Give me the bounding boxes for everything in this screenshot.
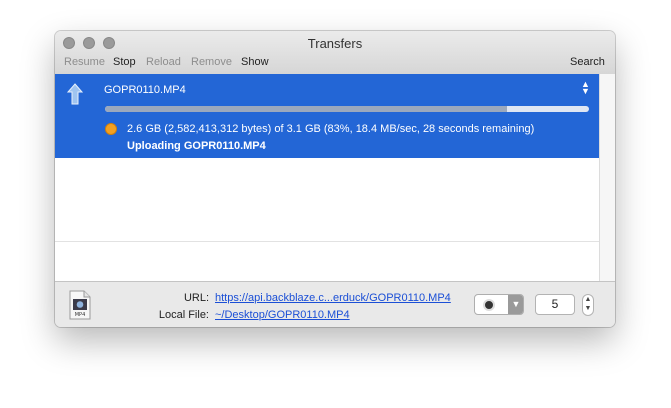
transfer-filename: GOPR0110.MP4	[104, 84, 186, 96]
progress-text: 2.6 GB (2,582,413,312 bytes) of 3.1 GB (…	[127, 123, 535, 135]
file-icon-label: MP4	[75, 312, 86, 318]
url-label: URL:	[183, 292, 209, 304]
status-dot-icon	[105, 123, 117, 135]
local-file-link[interactable]: ~/Desktop/GOPR0110.MP4	[215, 309, 350, 321]
show-button[interactable]: Show	[241, 56, 269, 68]
camera-icon	[483, 299, 495, 311]
connections-stepper[interactable]: ▲ ▼	[582, 294, 594, 316]
upload-arrow-icon	[67, 83, 83, 105]
bandwidth-popup-button[interactable]: ▼	[474, 294, 524, 315]
remove-button[interactable]: Remove	[191, 56, 232, 68]
connections-field[interactable]: 5	[535, 294, 575, 315]
chevron-updown-icon[interactable]: ▲ ▼	[581, 80, 590, 96]
transfer-status: Uploading GOPR0110.MP4	[127, 140, 266, 152]
row-divider	[55, 241, 599, 242]
window-title: Transfers	[307, 36, 363, 51]
progress-bar	[105, 106, 589, 112]
resume-button[interactable]: Resume	[64, 56, 105, 68]
transfers-window: Transfers Resume Stop Reload Remove Show…	[55, 31, 615, 327]
url-link[interactable]: https://api.backblaze.c...erduck/GOPR011…	[215, 292, 451, 304]
video-file-icon: MP4	[69, 290, 91, 320]
progress-fill	[105, 106, 507, 112]
search-button[interactable]: Search	[570, 56, 605, 68]
reload-button[interactable]: Reload	[146, 56, 181, 68]
details-bar: MP4 URL: https://api.backblaze.c...erduc…	[55, 281, 615, 327]
stop-button[interactable]: Stop	[113, 56, 136, 68]
title-bar: Transfers Resume Stop Reload Remove Show…	[55, 31, 615, 75]
local-file-label: Local File:	[158, 309, 209, 321]
chevron-down-icon: ▼	[508, 295, 523, 314]
vertical-scrollbar[interactable]	[599, 74, 615, 281]
transfer-list[interactable]: GOPR0110.MP4 ▲ ▼ 2.6 GB (2,582,413,312 by…	[55, 74, 599, 281]
transfer-row[interactable]: GOPR0110.MP4 ▲ ▼ 2.6 GB (2,582,413,312 by…	[55, 74, 599, 158]
